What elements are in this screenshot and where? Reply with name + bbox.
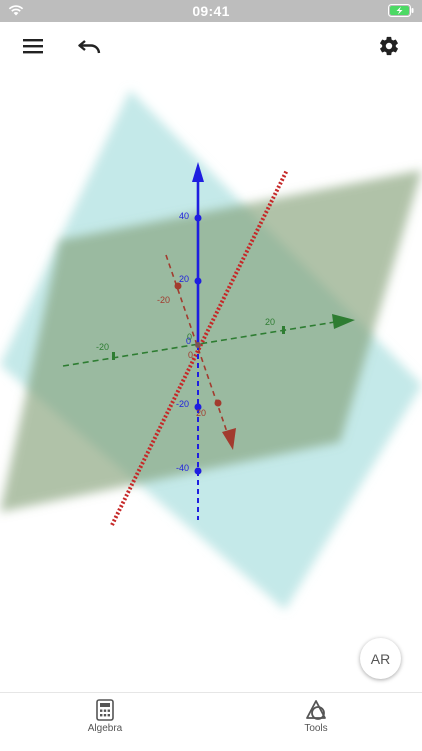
status-time: 09:41: [192, 3, 230, 19]
x-tick-pos-20: [214, 399, 222, 407]
y-tick-pos-20: [282, 326, 285, 334]
toolbar: [0, 22, 422, 70]
nav-tools[interactable]: Tools: [271, 699, 361, 734]
calculator-icon: [96, 699, 114, 721]
z-label-neg-40: -40: [176, 463, 189, 473]
x-label-pos-20: 20: [196, 408, 206, 418]
y-tick-neg-20: [112, 352, 115, 360]
z-tick-40: [194, 214, 202, 222]
nav-algebra[interactable]: Algebra: [60, 699, 150, 734]
y-label-neg-20: -20: [96, 342, 109, 352]
battery-charging-icon: [388, 4, 414, 17]
graphics-3d-view[interactable]: 40 20 0 -20 -40 -20 20 0 -20 20 0: [0, 70, 422, 690]
undo-icon: [78, 40, 101, 54]
y-label-0: 0: [187, 332, 192, 342]
x-label-neg-20: -20: [157, 295, 170, 305]
y-label-pos-20: 20: [265, 317, 275, 327]
menu-icon: [23, 39, 43, 54]
menu-button[interactable]: [19, 32, 47, 60]
settings-button[interactable]: [375, 32, 403, 60]
tools-icon: [306, 700, 326, 720]
bottom-navigation: Algebra Tools: [0, 692, 422, 751]
nav-tools-label: Tools: [304, 723, 328, 734]
x-label-0: 0: [188, 350, 193, 360]
origin-point: [195, 342, 201, 348]
ar-button[interactable]: AR: [360, 638, 401, 679]
graphics-canvas[interactable]: 40 20 0 -20 -40 -20 20 0 -20 20 0: [0, 70, 422, 690]
ar-button-label: AR: [370, 650, 391, 667]
z-tick-neg-40: [194, 467, 202, 475]
status-bar: 09:41: [0, 0, 422, 22]
z-label-20: 20: [179, 274, 189, 284]
gear-icon: [380, 36, 398, 56]
undo-button[interactable]: [76, 32, 104, 60]
z-label-40: 40: [179, 211, 189, 221]
z-label-neg-20: -20: [176, 399, 189, 409]
z-tick-20: [194, 277, 202, 285]
nav-algebra-label: Algebra: [87, 723, 123, 734]
